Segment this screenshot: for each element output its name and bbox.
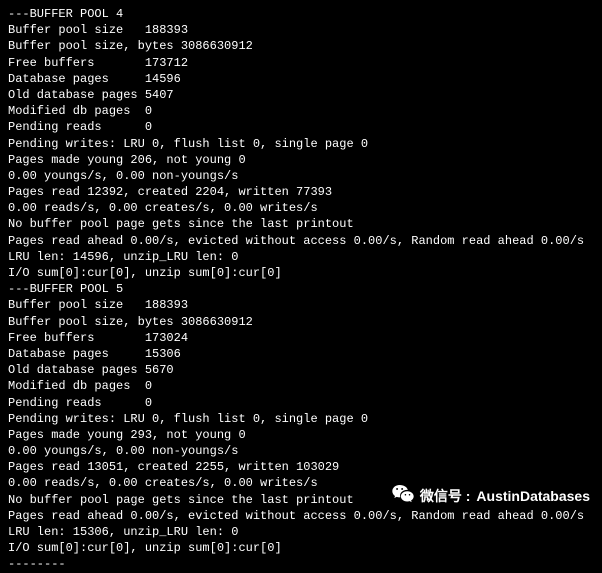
stat-line: LRU len: 14596, unzip_LRU len: 0	[8, 249, 594, 265]
stat-line: Pages made young 206, not young 0	[8, 152, 594, 168]
wechat-icon	[392, 485, 414, 508]
stat-line: Pending reads 0	[8, 119, 594, 135]
stat-line: Modified db pages 0	[8, 103, 594, 119]
stat-line: Database pages 14596	[8, 71, 594, 87]
wechat-watermark: 微信号 : AustinDatabases	[392, 485, 590, 508]
stat-line: 0.00 youngs/s, 0.00 non-youngs/s	[8, 443, 594, 459]
pool-header: ---BUFFER POOL 4	[8, 6, 594, 22]
stat-line: 0.00 reads/s, 0.00 creates/s, 0.00 write…	[8, 200, 594, 216]
stat-line: Buffer pool size 188393	[8, 22, 594, 38]
stat-line: Modified db pages 0	[8, 378, 594, 394]
stat-line: Buffer pool size 188393	[8, 297, 594, 313]
wechat-id: AustinDatabases	[476, 487, 590, 506]
stat-line: Free buffers 173712	[8, 55, 594, 71]
wechat-label: 微信号 :	[420, 487, 471, 506]
stat-line: No buffer pool page gets since the last …	[8, 216, 594, 232]
stat-line: Old database pages 5407	[8, 87, 594, 103]
stat-line: Database pages 15306	[8, 346, 594, 362]
stat-line: I/O sum[0]:cur[0], unzip sum[0]:cur[0]	[8, 265, 594, 281]
stat-line: Buffer pool size, bytes 3086630912	[8, 38, 594, 54]
stat-line: Pending writes: LRU 0, flush list 0, sin…	[8, 136, 594, 152]
stat-line: Buffer pool size, bytes 3086630912	[8, 314, 594, 330]
stat-line: Free buffers 173024	[8, 330, 594, 346]
stat-line: Pages read 13051, created 2255, written …	[8, 459, 594, 475]
stat-line: Pages made young 293, not young 0	[8, 427, 594, 443]
stat-line: Pages read ahead 0.00/s, evicted without…	[8, 233, 594, 249]
pool-header: ---BUFFER POOL 5	[8, 281, 594, 297]
separator-line: --------	[8, 556, 594, 572]
stat-line: Pending reads 0	[8, 395, 594, 411]
stat-line: Old database pages 5670	[8, 362, 594, 378]
stat-line: Pages read 12392, created 2204, written …	[8, 184, 594, 200]
stat-line: LRU len: 15306, unzip_LRU len: 0	[8, 524, 594, 540]
stat-line: I/O sum[0]:cur[0], unzip sum[0]:cur[0]	[8, 540, 594, 556]
stat-line: 0.00 youngs/s, 0.00 non-youngs/s	[8, 168, 594, 184]
stat-line: Pending writes: LRU 0, flush list 0, sin…	[8, 411, 594, 427]
